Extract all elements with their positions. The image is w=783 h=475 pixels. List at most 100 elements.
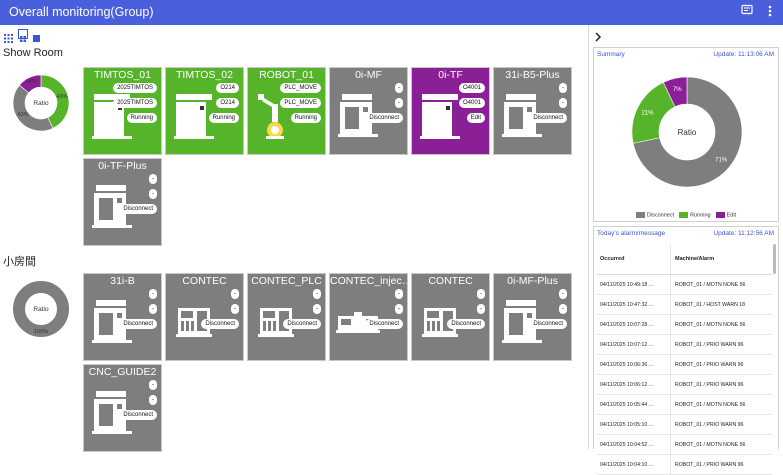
program-pill: PLC_MOVE [280,98,321,108]
column-machine-alarm[interactable]: Machine/Alarm [671,256,714,262]
program-pill: O4001 [458,83,485,93]
program-pill: - [149,380,157,390]
ratio-center-label: Ratio [33,99,49,107]
machine-card[interactable]: CONTEC - - Disconnect [165,273,244,361]
group-ratio-chart: Ratio 100% [12,277,70,341]
machine-card[interactable]: ROBOT_01 PLC_MOVE PLC_MOVE Running [247,67,326,155]
summary-pct-label-edit: 7% [673,87,682,93]
table-row[interactable]: 04/11/2025 10:06:12 ... ROBOT_01 / PRIO W… [597,375,772,395]
legend-label: Edit [726,212,737,218]
grid-small-icon[interactable] [4,30,13,43]
machine-name: TIMTOS_02 [176,69,233,81]
ratio-pct-label-running: 43% [56,94,68,101]
status-pill: Disconnect [119,410,157,420]
program-pill: O214 [216,83,239,93]
summary-pct-label-running: 21% [642,110,655,116]
alarm-occurred: 04/11/2025 10:04:10 ... [597,455,671,474]
ratio-pct-label-disconnect: 43% [17,112,29,119]
alarm-machine: ROBOT_01 / MOTN NONE 56 [675,401,746,408]
alarm-machine: ROBOT_01 / PRIO WARN 96 [675,421,744,428]
machine-name: CONTEC [428,275,473,287]
machine-card[interactable]: 0i-MF - - Disconnect [329,67,408,155]
column-occurred[interactable]: Occurred [597,244,671,274]
program-pill: - [559,83,567,93]
alarm-machine: ROBOT_01 / PRIO WARN 96 [675,461,744,468]
summary-legend: Disconnect Running Edit [594,211,778,218]
status-pill: Running [126,113,157,123]
more-vert-icon[interactable] [763,4,777,20]
legend-item-disconnect[interactable]: Disconnect [635,211,674,218]
table-row[interactable]: 04/11/2025 10:05:10 ... ROBOT_01 / PRIO W… [597,415,772,435]
table-row[interactable]: 04/11/2025 10:06:36 ... ROBOT_01 / PRIO W… [597,355,772,375]
table-row[interactable]: 04/11/2025 10:49:18 ... ROBOT_01 / MOTN N… [597,275,772,295]
machine-name: 0i-TF [438,69,463,81]
group-name: Show Room [3,47,63,59]
alarm-machine: ROBOT_01 / HOST WARN 18 [675,301,746,308]
machine-card[interactable]: CNC_GUIDE2 - - Disconnect [83,364,162,452]
alarm-occurred: 04/11/2025 10:06:36 ... [597,355,671,374]
program-pill: O4001 [458,98,485,108]
alarm-occurred: 04/11/2025 10:05:10 ... [597,415,671,434]
table-row[interactable]: 04/11/2025 10:07:28 ... ROBOT_01 / MOTN N… [597,315,772,335]
message-icon[interactable] [740,4,754,20]
status-pill: Disconnect [365,319,403,329]
legend-item-running[interactable]: Running [679,211,711,218]
grid-large-icon[interactable] [32,30,41,42]
program-pill: - [395,304,403,314]
machine-card[interactable]: 31i-B5-Plus - - Disconnect [493,67,572,155]
group-ratio-chart: Ratio 43% 43% 14% [12,71,70,135]
program-pill: - [149,289,157,299]
table-row[interactable]: 04/11/2025 10:07:12 ... ROBOT_01 / PRIO W… [597,335,772,355]
alarm-scrollbar[interactable] [773,244,776,274]
program-pill: - [559,98,567,108]
status-pill: Disconnect [447,319,485,329]
table-row[interactable]: 04/11/2025 10:04:10 ... ROBOT_01 / PRIO W… [597,455,772,475]
program-pill: - [149,304,157,314]
alarm-title: Today's alarm/message [597,230,666,237]
alarm-machine: ROBOT_01 / MOTN NONE 56 [675,441,746,448]
machine-name: 0i-MF [355,69,382,81]
status-pill: Disconnect [283,319,321,329]
program-pill: - [559,304,567,314]
alarm-machine: ROBOT_01 / PRIO WARN 96 [675,381,744,388]
machine-card[interactable]: CONTEC - - Disconnect [411,273,490,361]
machine-card[interactable]: 0i-MF-Plus - - Disconnect [493,273,572,361]
alarm-machine: ROBOT_01 / PRIO WARN 96 [675,341,744,348]
alarm-table: Occurred Machine/Alarm 04/11/2025 10:49:… [597,244,772,475]
summary-center-label: Ratio [678,128,697,137]
machine-name: ROBOT_01 [259,69,314,81]
status-pill: Disconnect [119,319,157,329]
alarm-table-header: Occurred Machine/Alarm [597,244,772,275]
machine-card[interactable]: CONTEC_injec… - - Disconnect [329,273,408,361]
machine-card[interactable]: CONTEC_PLC - - Disconnect [247,273,326,361]
table-row[interactable]: 04/11/2025 10:04:52 ... ROBOT_01 / MOTN N… [597,435,772,455]
machine-card[interactable]: 31i-B - - Disconnect [83,273,162,361]
machine-card[interactable]: TIMTOS_02 O214 O214 Running [165,67,244,155]
table-row[interactable]: 04/11/2025 10:05:44 ... ROBOT_01 / MOTN N… [597,395,772,415]
program-pill: - [395,98,403,108]
table-row[interactable]: 04/11/2025 10:47:32 ... ROBOT_01 / HOST W… [597,295,772,315]
alarm-machine: ROBOT_01 / PRIO WARN 96 [675,361,744,368]
alarm-occurred: 04/11/2025 10:47:32 ... [597,295,671,314]
status-pill: Disconnect [119,204,157,214]
grid-medium-icon[interactable] [18,29,28,42]
status-pill: Running [208,113,239,123]
program-pill: O214 [216,98,239,108]
program-pill: - [231,304,239,314]
program-pill: - [313,289,321,299]
machine-card[interactable]: 0i-TF-Plus - - Disconnect [83,158,162,246]
alarm-occurred: 04/11/2025 10:07:28 ... [597,315,671,334]
collapse-chevron-icon[interactable] [594,29,602,47]
machine-card[interactable]: 0i-TF O4001 O4001 Edit [411,67,490,155]
program-pill: 2025TIMTOS [113,98,157,108]
alarm-machine: ROBOT_01 / MOTN NONE 56 [675,321,746,328]
summary-pct-label-disconnect: 71% [715,158,728,164]
legend-swatch [715,211,725,218]
machine-name: CONTEC_PLC [251,275,322,287]
status-pill: Disconnect [529,113,567,123]
status-pill: Running [290,113,321,123]
machine-name: 31i-B5-Plus [505,69,560,81]
legend-item-edit[interactable]: Edit [715,211,737,218]
machine-card[interactable]: TIMTOS_01 2025TIMTOS 2025TIMTOS Running [83,67,162,155]
app-title: Overall monitoring(Group) [9,5,154,19]
